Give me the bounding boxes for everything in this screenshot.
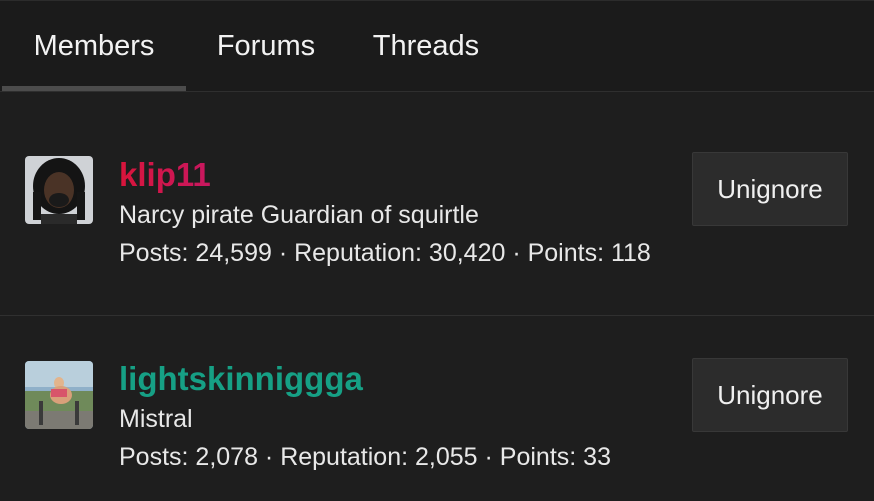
tab-members[interactable]: Members (2, 1, 186, 91)
avatar-image (25, 361, 93, 429)
user-stats: Posts: 24,599 · Reputation: 30,420 · Poi… (119, 239, 651, 267)
member-info: lightskinniggga Mistral Posts: 2,078 · R… (119, 360, 611, 472)
username[interactable]: lightskinniggga (119, 360, 611, 398)
avatar[interactable] (25, 156, 93, 224)
unignore-button[interactable]: Unignore (692, 152, 848, 226)
member-row: klip11 Narcy pirate Guardian of squirtle… (0, 92, 874, 316)
user-stats: Posts: 2,078 · Reputation: 2,055 · Point… (119, 443, 611, 471)
tab-threads[interactable]: Threads (346, 1, 506, 91)
avatar-image (25, 156, 93, 224)
unignore-button[interactable]: Unignore (692, 358, 848, 432)
member-row: lightskinniggga Mistral Posts: 2,078 · R… (0, 316, 874, 501)
tab-forums[interactable]: Forums (186, 1, 346, 91)
member-info: klip11 Narcy pirate Guardian of squirtle… (119, 156, 651, 268)
tab-bar: Members Forums Threads (0, 0, 874, 92)
avatar[interactable] (25, 361, 93, 429)
user-title: Narcy pirate Guardian of squirtle (119, 201, 479, 229)
ignored-members-list: klip11 Narcy pirate Guardian of squirtle… (0, 92, 874, 501)
username[interactable]: klip11 (119, 156, 651, 194)
user-title: Mistral (119, 405, 193, 433)
